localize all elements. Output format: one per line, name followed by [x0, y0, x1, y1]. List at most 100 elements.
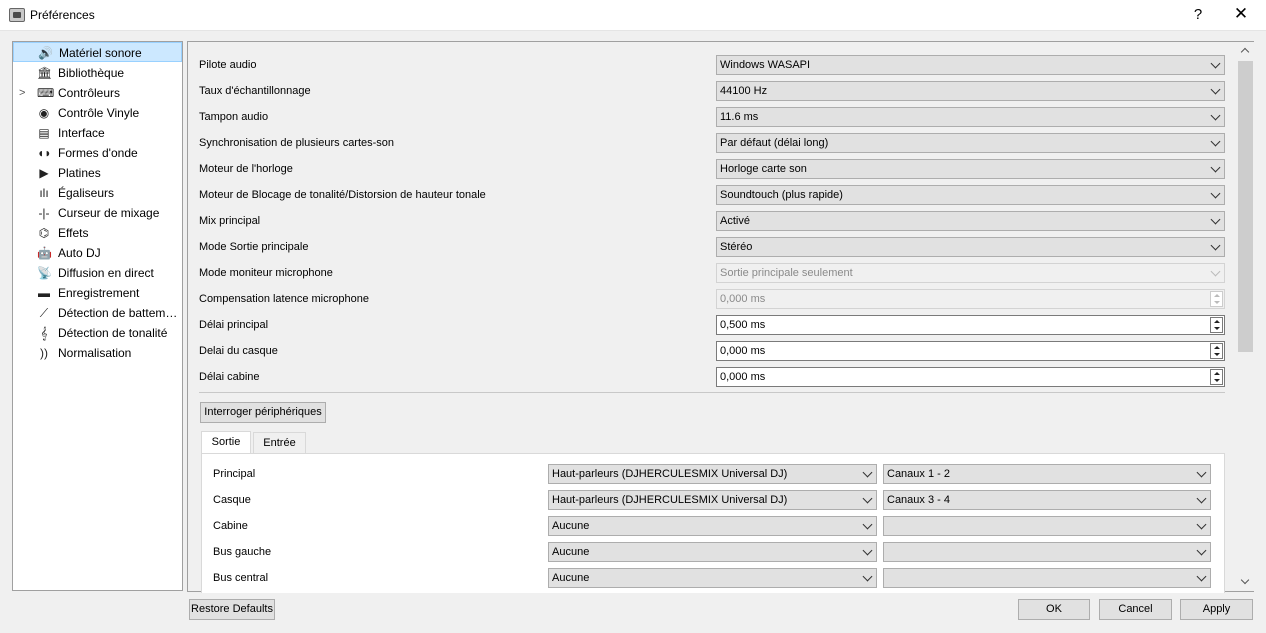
- booth-delay-spinbox[interactable]: 0,000 ms: [716, 367, 1225, 387]
- clock-engine-select[interactable]: Horloge carte son: [716, 159, 1225, 179]
- output-cabine-device-select[interactable]: Aucune: [548, 516, 877, 536]
- sidebar-item-effets[interactable]: ⌬ Effets: [13, 223, 182, 243]
- output-casque-channels-select[interactable]: Canaux 3 - 4: [883, 490, 1211, 510]
- tab-sortie[interactable]: Sortie: [201, 431, 251, 455]
- output-bus-central-channels-select[interactable]: [883, 568, 1211, 588]
- mic-monitor-mode-select: Sortie principale seulement: [716, 263, 1225, 283]
- sidebar-item-label: Normalisation: [58, 346, 132, 360]
- output-casque-channels: Canaux 3 - 4: [887, 494, 950, 506]
- sidebar-item-diffusion-en-direct[interactable]: 📡 Diffusion en direct: [13, 263, 182, 283]
- output-cabine-label: Cabine: [213, 520, 248, 532]
- output-principal-channels-select[interactable]: Canaux 1 - 2: [883, 464, 1211, 484]
- sidebar-item-formes-d-onde[interactable]: ◖◗ Formes d'onde: [13, 143, 182, 163]
- sidebar-item-egaliseurs[interactable]: ılı Égaliseurs: [13, 183, 182, 203]
- chevron-down-icon: [1210, 240, 1221, 251]
- output-bus-central-label: Bus central: [213, 572, 269, 584]
- chevron-down-icon: [1210, 162, 1221, 173]
- output-bus-gauche-label: Bus gauche: [213, 546, 272, 558]
- sidebar-item-bibliotheque[interactable]: 🏛 Bibliothèque: [13, 63, 182, 83]
- mic-latency-label: Compensation latence microphone: [199, 293, 369, 305]
- multi-soundcard-sync-label: Synchronisation de plusieurs cartes-son: [199, 137, 395, 149]
- keylock-engine-value: Soundtouch (plus rapide): [720, 189, 843, 201]
- audio-buffer-select[interactable]: 11.6 ms: [716, 107, 1225, 127]
- sidebar-item-curseur-de-mixage[interactable]: ‑|‑ Curseur de mixage: [13, 203, 182, 223]
- scroll-up-icon[interactable]: [1240, 47, 1250, 57]
- multi-soundcard-sync-value: Par défaut (délai long): [720, 137, 829, 149]
- mic-monitor-mode-value: Sortie principale seulement: [720, 267, 853, 279]
- sidebar-item-controleurs[interactable]: > ⌨ Contrôleurs: [13, 83, 182, 103]
- main-mix-select[interactable]: Activé: [716, 211, 1225, 231]
- spinner-arrows-icon[interactable]: [1210, 343, 1223, 359]
- output-casque-device-select[interactable]: Haut-parleurs (DJHERCULESMIX Universal D…: [548, 490, 877, 510]
- play-icon: ▶: [39, 166, 49, 180]
- sound-hardware-panel: Pilote audio Windows WASAPI Taux d'échan…: [187, 41, 1254, 593]
- output-bus-central-device-select[interactable]: Aucune: [548, 568, 877, 588]
- chevron-down-icon: [1196, 519, 1207, 530]
- main-mix-label: Mix principal: [199, 215, 261, 227]
- output-principal-channels: Canaux 1 - 2: [887, 468, 950, 480]
- output-principal-label: Principal: [213, 468, 256, 480]
- cancel-button[interactable]: Cancel: [1099, 599, 1172, 620]
- headphone-delay-spinbox[interactable]: 0,000 ms: [716, 341, 1225, 361]
- chevron-down-icon: [1210, 266, 1221, 277]
- separator: [199, 392, 1225, 393]
- spinner-arrows-icon[interactable]: [1210, 317, 1223, 333]
- vertical-scrollbar[interactable]: [1237, 42, 1254, 591]
- sidebar-item-platines[interactable]: ▶ Platines: [13, 163, 182, 183]
- clock-engine-label: Moteur de l'horloge: [199, 163, 293, 175]
- sidebar-item-controle-vinyle[interactable]: ◉ Contrôle Vinyle: [13, 103, 182, 123]
- chevron-down-icon: [862, 545, 873, 556]
- main-delay-spinbox[interactable]: 0,500 ms: [716, 315, 1225, 335]
- chevron-down-icon: [1210, 58, 1221, 69]
- speaker-icon: 🔊: [38, 46, 53, 60]
- output-bus-gauche-device: Aucune: [552, 546, 590, 558]
- preferences-sidebar: 🔊 Matériel sonore 🏛 Bibliothèque > ⌨ Con…: [12, 41, 183, 591]
- main-output-mode-select[interactable]: Stéréo: [716, 237, 1225, 257]
- effects-icon: ⌬: [38, 226, 50, 240]
- window-title: Préférences: [30, 8, 95, 22]
- restore-defaults-button[interactable]: Restore Defaults: [189, 599, 275, 620]
- sidebar-item-enregistrement[interactable]: ▬ Enregistrement: [13, 283, 182, 303]
- output-principal-device: Haut-parleurs (DJHERCULESMIX Universal D…: [552, 468, 788, 480]
- sample-rate-select[interactable]: 44100 Hz: [716, 81, 1225, 101]
- output-bus-gauche-device-select[interactable]: Aucune: [548, 542, 877, 562]
- sidebar-item-label: Contrôle Vinyle: [58, 106, 140, 120]
- tab-entree[interactable]: Entrée: [253, 432, 306, 454]
- sidebar-item-label: Curseur de mixage: [58, 206, 160, 220]
- sidebar-item-detection-de-battement[interactable]: ⟋ Détection de battem…: [13, 303, 182, 323]
- scrollbar-thumb[interactable]: [1238, 61, 1253, 352]
- audio-driver-label: Pilote audio: [199, 59, 257, 71]
- spinner-arrows-icon[interactable]: [1210, 369, 1223, 385]
- sidebar-item-label: Auto DJ: [58, 246, 101, 260]
- sidebar-item-label: Bibliothèque: [58, 66, 125, 80]
- library-icon: 🏛: [37, 66, 53, 80]
- apply-button[interactable]: Apply: [1180, 599, 1253, 620]
- sidebar-item-auto-dj[interactable]: 🤖 Auto DJ: [13, 243, 182, 263]
- output-principal-device-select[interactable]: Haut-parleurs (DJHERCULESMIX Universal D…: [548, 464, 877, 484]
- output-bus-central-device: Aucune: [552, 572, 590, 584]
- sidebar-item-label: Matériel sonore: [59, 46, 142, 60]
- expand-icon[interactable]: >: [19, 83, 25, 103]
- scroll-down-icon[interactable]: [1240, 575, 1250, 585]
- help-button[interactable]: ?: [1191, 6, 1205, 23]
- sidebar-item-label: Détection de tonalité: [58, 326, 168, 340]
- sidebar-item-label: Enregistrement: [58, 286, 140, 300]
- key-detection-icon: 𝄞: [40, 326, 48, 340]
- multi-soundcard-sync-select[interactable]: Par défaut (délai long): [716, 133, 1225, 153]
- sample-rate-value: 44100 Hz: [720, 85, 768, 97]
- output-bus-gauche-channels-select[interactable]: [883, 542, 1211, 562]
- audio-driver-select[interactable]: Windows WASAPI: [716, 55, 1225, 75]
- sidebar-item-normalisation[interactable]: )) Normalisation: [13, 343, 182, 363]
- sidebar-item-interface[interactable]: ▤ Interface: [13, 123, 182, 143]
- sidebar-item-label: Formes d'onde: [58, 146, 138, 160]
- ok-button[interactable]: OK: [1018, 599, 1090, 620]
- query-devices-button[interactable]: Interroger périphériques: [200, 402, 326, 423]
- sidebar-item-materiel-sonore[interactable]: 🔊 Matériel sonore: [13, 42, 182, 62]
- output-cabine-channels-select[interactable]: [883, 516, 1211, 536]
- vinyl-icon: ◉: [38, 106, 50, 120]
- close-button[interactable]: ✕: [1233, 4, 1249, 24]
- keylock-engine-select[interactable]: Soundtouch (plus rapide): [716, 185, 1225, 205]
- sidebar-item-detection-de-tonalite[interactable]: 𝄞 Détection de tonalité: [13, 323, 182, 343]
- mic-latency-spinbox: 0,000 ms: [716, 289, 1225, 309]
- chevron-down-icon: [1196, 545, 1207, 556]
